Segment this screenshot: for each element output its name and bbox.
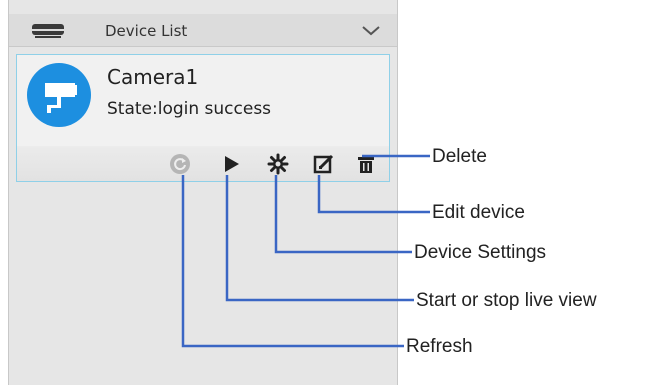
callout-refresh: Refresh	[406, 336, 473, 357]
callout-device-settings: Device Settings	[414, 242, 547, 263]
callout-lines	[181, 154, 430, 348]
callout-delete: Delete	[432, 146, 487, 167]
callout-live-view: Start or stop live view	[416, 290, 597, 311]
callout-edit-device: Edit device	[432, 202, 525, 223]
